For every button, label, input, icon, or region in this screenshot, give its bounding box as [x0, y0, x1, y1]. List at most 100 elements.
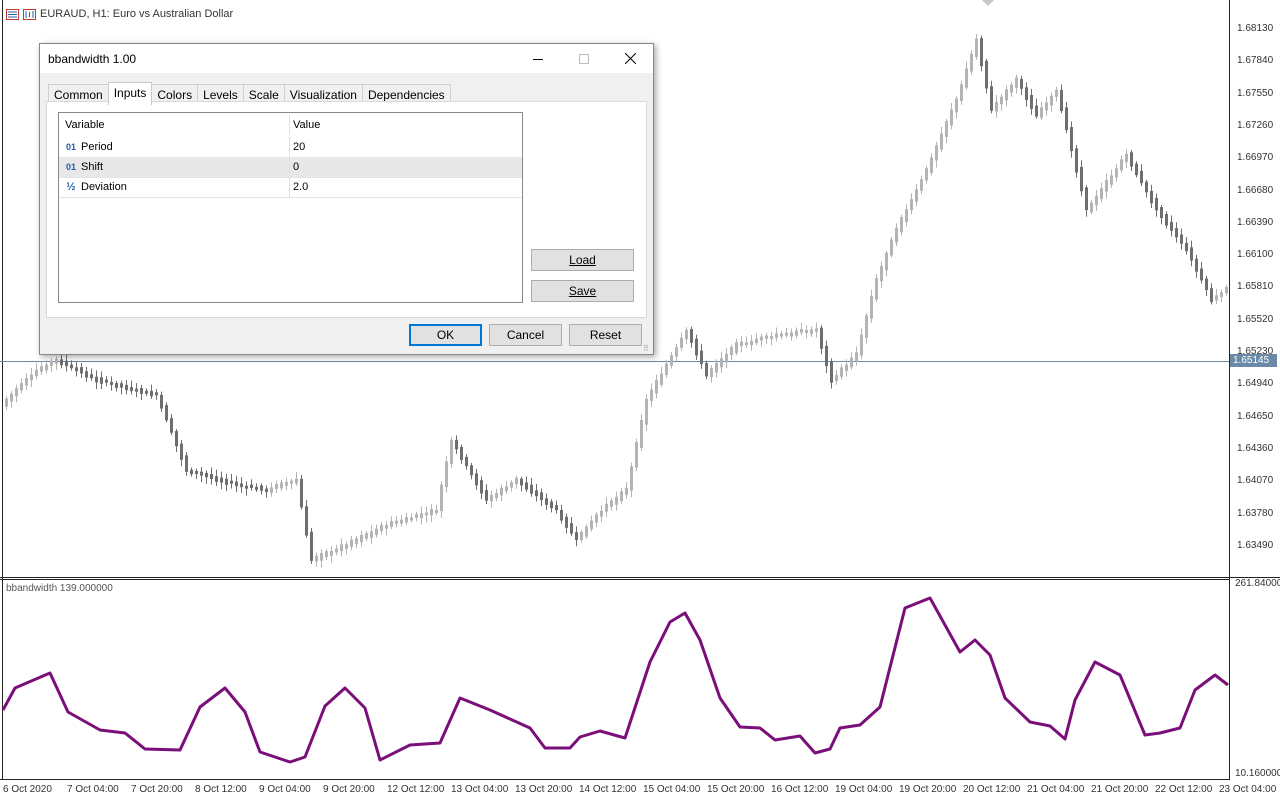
- candle-body: [350, 539, 353, 547]
- candle-body: [365, 533, 368, 539]
- resize-grip-icon[interactable]: ⠿: [643, 344, 651, 353]
- candle-body: [640, 420, 643, 448]
- candle-body: [975, 38, 978, 57]
- candle-body: [460, 446, 463, 460]
- time-tick-label: 23 Oct 04:00: [1219, 784, 1277, 795]
- candle-body: [945, 121, 948, 138]
- chart-list-icon[interactable]: [6, 8, 19, 20]
- indicator-properties-dialog: bbandwidth 1.00 Common Inputs Colors Lev…: [39, 43, 654, 355]
- candle-body: [590, 520, 593, 530]
- candle-body: [1195, 258, 1198, 272]
- candle-body: [850, 357, 853, 368]
- inputs-grid: Variable Value 01 Period 20 01 Shift 0 ½ De…: [58, 112, 523, 303]
- candle-body: [560, 509, 563, 521]
- candle-body: [470, 465, 473, 476]
- candle-body: [610, 500, 613, 507]
- candle-body: [1215, 295, 1218, 301]
- candle-body: [45, 364, 48, 371]
- candle-body: [970, 53, 973, 72]
- input-row-deviation[interactable]: ½ Deviation 2.0: [59, 177, 522, 198]
- cancel-button[interactable]: Cancel: [489, 324, 562, 346]
- candle-body: [680, 337, 683, 348]
- chart-title: EURAUD, H1: Euro vs Australian Dollar: [40, 8, 234, 20]
- integer-type-icon: 01: [65, 162, 76, 172]
- time-tick-label: 16 Oct 12:00: [771, 784, 829, 795]
- candle-body: [50, 360, 53, 366]
- chart-title-bar: EURAUD, H1: Euro vs Australian Dollar: [6, 6, 233, 22]
- candle-body: [1060, 89, 1063, 112]
- candle-body: [510, 482, 513, 488]
- candle-body: [830, 361, 833, 383]
- candle-body: [570, 523, 573, 534]
- price-tick-label: 1.63780: [1237, 507, 1274, 519]
- price-tick-label: 1.67550: [1237, 87, 1274, 99]
- time-tick-label: 9 Oct 20:00: [323, 784, 375, 795]
- candle-body: [525, 482, 528, 490]
- time-tick-label: 21 Oct 20:00: [1091, 784, 1149, 795]
- value-column-header[interactable]: Value: [293, 115, 320, 135]
- candle-body: [930, 157, 933, 173]
- candle-body: [455, 439, 458, 450]
- candle-body: [715, 362, 718, 373]
- candle-body: [1200, 268, 1203, 281]
- candle-body: [650, 389, 653, 401]
- candle-body: [70, 364, 73, 369]
- value-cell[interactable]: 20: [293, 137, 305, 157]
- candle-body: [1225, 287, 1228, 294]
- price-tick-label: 1.64360: [1237, 442, 1274, 454]
- candle-body: [385, 524, 388, 529]
- candle-body: [720, 358, 723, 368]
- candle-body: [1090, 202, 1093, 213]
- close-button[interactable]: [607, 44, 653, 73]
- value-cell[interactable]: 2.0: [293, 177, 308, 197]
- tab-inputs[interactable]: Inputs: [107, 82, 153, 105]
- candle-body: [135, 388, 138, 392]
- candle-body: [1165, 213, 1168, 226]
- time-tick-label: 19 Oct 04:00: [835, 784, 893, 795]
- candle-body: [1085, 187, 1088, 211]
- load-button[interactable]: Load: [531, 249, 634, 271]
- indicator-label: bbandwidth 139.000000: [6, 583, 113, 594]
- candle-body: [725, 353, 728, 363]
- candle-body: [955, 98, 958, 113]
- candle-body: [755, 338, 758, 343]
- candle-body: [915, 189, 918, 202]
- candle-body: [1020, 78, 1023, 89]
- input-row-shift[interactable]: 01 Shift 0: [59, 157, 522, 178]
- candle-body: [695, 338, 698, 356]
- candle-body: [375, 528, 378, 536]
- candle-body: [80, 367, 83, 374]
- minimize-button[interactable]: [515, 44, 561, 73]
- candle-body: [1155, 197, 1158, 211]
- candle-body: [635, 442, 638, 468]
- candle-body: [980, 38, 983, 67]
- candle-body: [395, 520, 398, 524]
- price-tick-label: 1.66390: [1237, 216, 1274, 228]
- dialog-title-bar[interactable]: bbandwidth 1.00: [40, 44, 653, 73]
- candle-body: [600, 510, 603, 517]
- candle-body: [870, 295, 873, 319]
- time-tick-label: 13 Oct 04:00: [451, 784, 509, 795]
- save-button[interactable]: Save: [531, 280, 634, 302]
- input-row-period[interactable]: 01 Period 20: [59, 137, 522, 158]
- candle-body: [90, 374, 93, 379]
- time-tick-label: 22 Oct 12:00: [1155, 784, 1213, 795]
- candle-body: [1055, 89, 1058, 97]
- time-tick-label: 15 Oct 20:00: [707, 784, 765, 795]
- chart-window-icon[interactable]: [23, 8, 36, 20]
- scroll-marker-icon: [982, 0, 994, 6]
- candle-body: [890, 239, 893, 256]
- candle-body: [775, 333, 778, 338]
- candle-body: [370, 531, 373, 538]
- ok-button[interactable]: OK: [409, 324, 482, 346]
- reset-button[interactable]: Reset: [569, 324, 642, 346]
- candle-body: [1010, 84, 1013, 93]
- maximize-button[interactable]: [561, 44, 607, 73]
- value-cell[interactable]: 0: [293, 157, 299, 177]
- candle-body: [270, 487, 273, 493]
- candle-body: [1140, 170, 1143, 184]
- candle-body: [120, 383, 123, 388]
- candle-body: [805, 329, 808, 333]
- variable-column-header[interactable]: Variable: [65, 115, 105, 135]
- price-tick-label: 1.66680: [1237, 184, 1274, 196]
